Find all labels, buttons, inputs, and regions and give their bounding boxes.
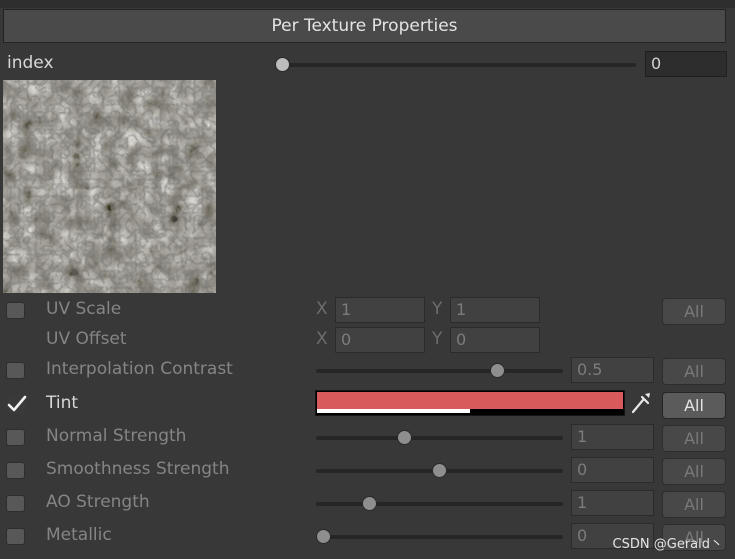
uv-scale-x-axis-label: X <box>316 299 328 319</box>
uv-offset-x-field[interactable]: 0 <box>335 327 425 353</box>
interpolation-contrast-slider-track[interactable] <box>316 369 563 373</box>
smoothness-strength-label: Smoothness Strength <box>46 459 230 479</box>
uv-scale-y-axis-label: Y <box>432 299 443 319</box>
uv-offset-x-axis-label: X <box>316 329 328 349</box>
smoothness-strength-field[interactable]: 0 <box>571 457 654 483</box>
smoothness-strength-slider-handle[interactable] <box>432 463 447 478</box>
metallic-checkbox[interactable] <box>6 528 25 545</box>
normal-strength-label: Normal Strength <box>46 426 187 446</box>
uv-offset-y-axis-label: Y <box>432 329 443 349</box>
metallic-slider-track[interactable] <box>316 535 563 539</box>
section-title: Per Texture Properties <box>271 16 458 36</box>
interpolation-contrast-label: Interpolation Contrast <box>46 359 233 379</box>
ao-strength-all-button[interactable]: All <box>662 491 726 518</box>
index-slider-handle[interactable] <box>275 57 290 72</box>
rock-texture-thumbnail <box>3 80 216 293</box>
normal-strength-field[interactable]: 1 <box>571 424 654 450</box>
index-label: index <box>7 53 54 73</box>
checkmark-icon <box>7 395 27 412</box>
index-slider-track[interactable] <box>275 63 636 67</box>
uv-offset-y-field[interactable]: 0 <box>450 327 540 353</box>
normal-strength-slider-handle[interactable] <box>397 430 413 445</box>
ao-strength-slider-track[interactable] <box>316 502 563 506</box>
tint-color-swatch <box>317 392 623 409</box>
interpolation-contrast-slider-handle[interactable] <box>490 363 505 378</box>
tint-checkbox[interactable] <box>6 395 27 413</box>
uv-scale-x-field[interactable]: 1 <box>335 297 425 323</box>
normal-strength-checkbox[interactable] <box>6 429 25 446</box>
tint-color-field[interactable] <box>315 390 625 416</box>
uv-scale-all-button[interactable]: All <box>662 298 726 325</box>
ao-strength-checkbox[interactable] <box>6 495 25 512</box>
normal-strength-slider-track[interactable] <box>316 436 563 440</box>
normal-strength-all-button[interactable]: All <box>662 425 726 452</box>
tint-label: Tint <box>46 393 79 413</box>
metallic-label: Metallic <box>46 525 112 545</box>
ao-strength-slider-handle[interactable] <box>362 496 378 511</box>
uv-scale-y-field[interactable]: 1 <box>450 297 540 323</box>
ao-strength-field[interactable]: 1 <box>571 490 654 516</box>
uv-scale-checkbox[interactable] <box>6 302 25 319</box>
uv-scale-label: UV Scale <box>46 299 122 319</box>
watermark: CSDN @Gerald丶 <box>612 537 723 552</box>
smoothness-strength-all-button[interactable]: All <box>662 458 726 485</box>
section-header: Per Texture Properties <box>3 9 726 43</box>
top-strip <box>0 0 735 8</box>
index-field[interactable]: 0 <box>645 51 727 77</box>
smoothness-strength-checkbox[interactable] <box>6 462 25 479</box>
ao-strength-label: AO Strength <box>46 492 150 512</box>
tint-all-button[interactable]: All <box>662 392 726 419</box>
interpolation-contrast-checkbox[interactable] <box>6 362 25 379</box>
eyedropper-icon[interactable] <box>630 391 652 415</box>
uv-offset-label: UV Offset <box>46 329 127 349</box>
interpolation-contrast-all-button[interactable]: All <box>662 358 726 385</box>
tint-alpha-bar <box>317 409 470 413</box>
metallic-slider-handle[interactable] <box>316 529 331 544</box>
interpolation-contrast-field[interactable]: 0.5 <box>571 357 654 383</box>
